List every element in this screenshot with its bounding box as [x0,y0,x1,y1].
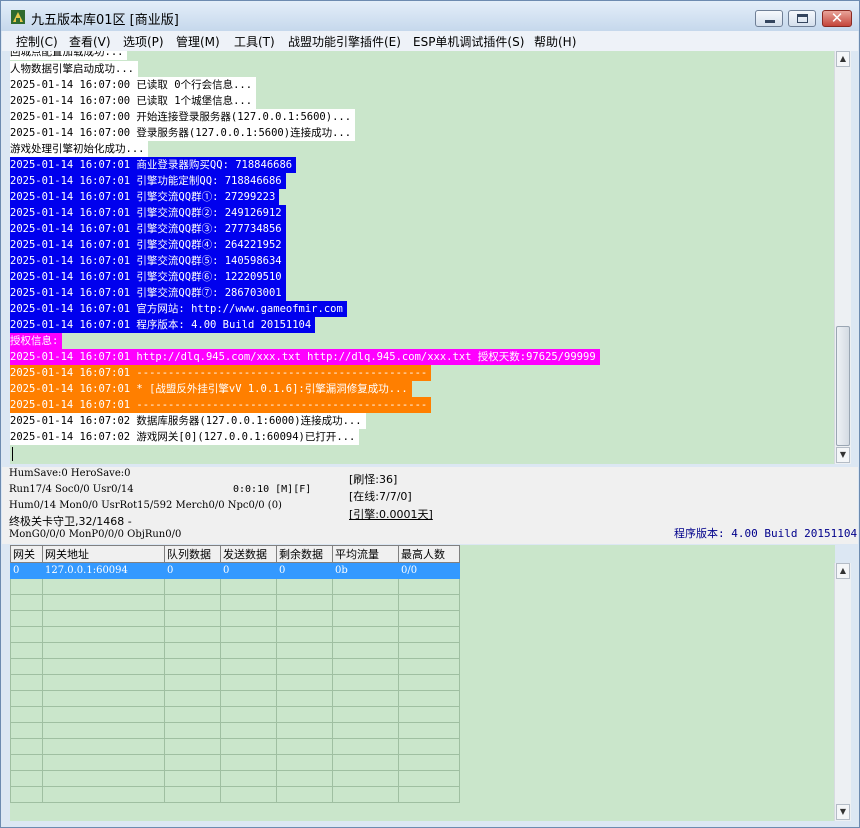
menu-bar: 控制(C) 查看(V) 选项(P) 管理(M) 工具(T) 战盟功能引擎插件(E… [2,31,858,51]
log-panel[interactable]: 回城点配置加载成功... 人物数据引擎启动成功... 2025-01-14 16… [10,51,835,464]
arrow-up-icon[interactable]: ▲ [836,563,850,579]
log-line: 2025-01-14 16:07:00 登录服务器(127.0.0.1:5600… [10,125,356,141]
status-guard: 终极关卡守卫,32/1468 - [9,515,132,528]
col-header-avg-traffic[interactable]: 平均流量 [332,545,399,563]
table-row [10,594,460,611]
table-row [10,738,460,755]
log-line: 2025-01-14 16:07:01 程序版本: 4.00 Build 201… [10,317,316,333]
log-line: 2025-01-14 16:07:01 --------------------… [10,397,432,413]
table-row [10,690,460,707]
log-line: 人物数据引擎启动成功... [10,61,138,77]
col-header-sent[interactable]: 发送数据 [220,545,277,563]
maximize-button[interactable] [788,10,816,27]
menu-esp-plugin[interactable]: ESP单机调试插件(S) [413,33,524,50]
minimize-button[interactable] [755,10,783,27]
text-caret [12,447,13,461]
table-cell: 127.0.0.1:60094 [42,562,165,579]
log-line: 2025-01-14 16:07:01 引擎交流QQ群⑤: 140598634 [10,253,286,269]
status-online: [在线:7/7/0] [349,490,412,503]
table-row[interactable]: 0 127.0.0.1:60094 0 0 0 0b 0/0 [10,562,460,579]
status-time: 0:0:10 [M][F] [233,484,312,495]
log-line: 2025-01-14 16:07:01 引擎交流QQ群①: 27299223 [10,189,280,205]
close-icon: ✕ [830,9,844,27]
log-line: 2025-01-14 16:07:01 引擎交流QQ群④: 264221952 [10,237,286,253]
col-header-remaining[interactable]: 剩余数据 [276,545,333,563]
menu-help[interactable]: 帮助(H) [534,33,576,50]
gateway-table: 网关 网关地址 队列数据 发送数据 剩余数据 平均流量 最高人数 0 127.0… [10,545,460,803]
log-line: 2025-01-14 16:07:01 * [战盟反外挂引擎vV 1.0.1.6… [10,381,412,397]
log-line: 2025-01-14 16:07:01 引擎交流QQ群⑥: 122209510 [10,269,286,285]
log-line: 2025-01-14 16:07:01 引擎交流QQ群②: 249126912 [10,205,286,221]
table-row [10,578,460,595]
log-line: 2025-01-14 16:07:00 已读取 1个城堡信息... [10,93,257,109]
table-row [10,658,460,675]
menu-manage[interactable]: 管理(M) [176,33,220,50]
log-line: 2025-01-14 16:07:00 开始连接登录服务器(127.0.0.1:… [10,109,356,125]
status-hum: Hum0/14 Mon0/0 UsrRot15/592 Merch0/0 Npc… [9,500,282,511]
arrow-down-icon[interactable]: ▼ [836,804,850,820]
log-line: 2025-01-14 16:07:01 官方网站: http://www.gam… [10,301,347,317]
window-title: 九五版本库01区 [商业版] [31,13,179,28]
arrow-up-icon[interactable]: ▲ [836,51,850,67]
table-cell: 0b [332,562,399,579]
table-cell: 0 [10,562,43,579]
log-line: 2025-01-14 16:07:01 http://dlq.945.com/x… [10,349,600,365]
log-line: 2025-01-14 16:07:01 引擎功能定制QQ: 718846686 [10,173,286,189]
table-row [10,674,460,691]
log-line: 游戏处理引擎初始化成功... [10,141,149,157]
menu-control[interactable]: 控制(C) [16,33,58,50]
menu-engine-plugin[interactable]: 战盟功能引擎插件(E) [288,33,401,50]
table-row [10,722,460,739]
table-row [10,610,460,627]
table-row [10,706,460,723]
log-line: 2025-01-14 16:07:02 游戏网关[0](127.0.0.1:60… [10,429,360,445]
log-line: 2025-01-14 16:07:00 已读取 0个行会信息... [10,77,257,93]
maximize-icon [797,14,808,23]
col-header-queue[interactable]: 队列数据 [164,545,221,563]
menu-options[interactable]: 选项(P) [123,33,164,50]
menu-view[interactable]: 查看(V) [69,33,111,50]
version-label: 程序版本: 4.00 Build 20151104 [674,527,858,540]
col-header-address[interactable]: 网关地址 [42,545,165,563]
table-cell: 0/0 [398,562,460,579]
status-panel: HumSave:0 HeroSave:0 Run17/4 Soc0/0 Usr0… [2,467,858,544]
table-cell: 0 [164,562,221,579]
table-cell: 0 [220,562,277,579]
menu-tools[interactable]: 工具(T) [234,33,275,50]
log-line: 2025-01-14 16:07:01 引擎交流QQ群⑦: 286703001 [10,285,286,301]
log-line: 授权信息: [10,333,63,349]
col-header-gateway[interactable]: 网关 [10,545,43,563]
minimize-icon [765,20,775,23]
status-engine: [引擎:0.0001天] [349,508,433,521]
table-row [10,786,460,803]
table-row [10,626,460,643]
table-row [10,642,460,659]
status-refresh: [刷怪:36] [349,473,398,486]
grid-scrollbar[interactable]: ▲ ▼ [834,563,851,821]
table-row [10,770,460,787]
app-icon [11,10,25,24]
col-header-max-users[interactable]: 最高人数 [398,545,460,563]
status-mon: MonG0/0/0 MonP0/0/0 ObjRun0/0 [9,529,182,540]
arrow-down-icon[interactable]: ▼ [836,447,850,463]
table-cell: 0 [276,562,333,579]
log-line: 2025-01-14 16:07:02 数据库服务器(127.0.0.1:600… [10,413,366,429]
log-line: 2025-01-14 16:07:01 引擎交流QQ群③: 277734856 [10,221,286,237]
log-scrollbar[interactable]: ▲ ▼ [834,51,851,464]
log-line: 2025-01-14 16:07:01 商业登录器购买QQ: 718846686 [10,157,297,173]
status-run: Run17/4 Soc0/0 Usr0/14 [9,484,134,495]
scroll-thumb[interactable] [836,326,850,446]
status-save: HumSave:0 HeroSave:0 [9,468,131,479]
log-line: 回城点配置加载成功... [10,51,128,60]
log-line: 2025-01-14 16:07:01 --------------------… [10,365,432,381]
title-bar[interactable]: 九五版本库01区 [商业版] ✕ [1,1,859,31]
close-button[interactable]: ✕ [822,9,852,27]
main-window: 九五版本库01区 [商业版] ✕ 控制(C) 查看(V) 选项(P) 管理(M)… [0,0,860,828]
gateway-grid: 网关 网关地址 队列数据 发送数据 剩余数据 平均流量 最高人数 0 127.0… [10,545,835,821]
table-row [10,754,460,771]
